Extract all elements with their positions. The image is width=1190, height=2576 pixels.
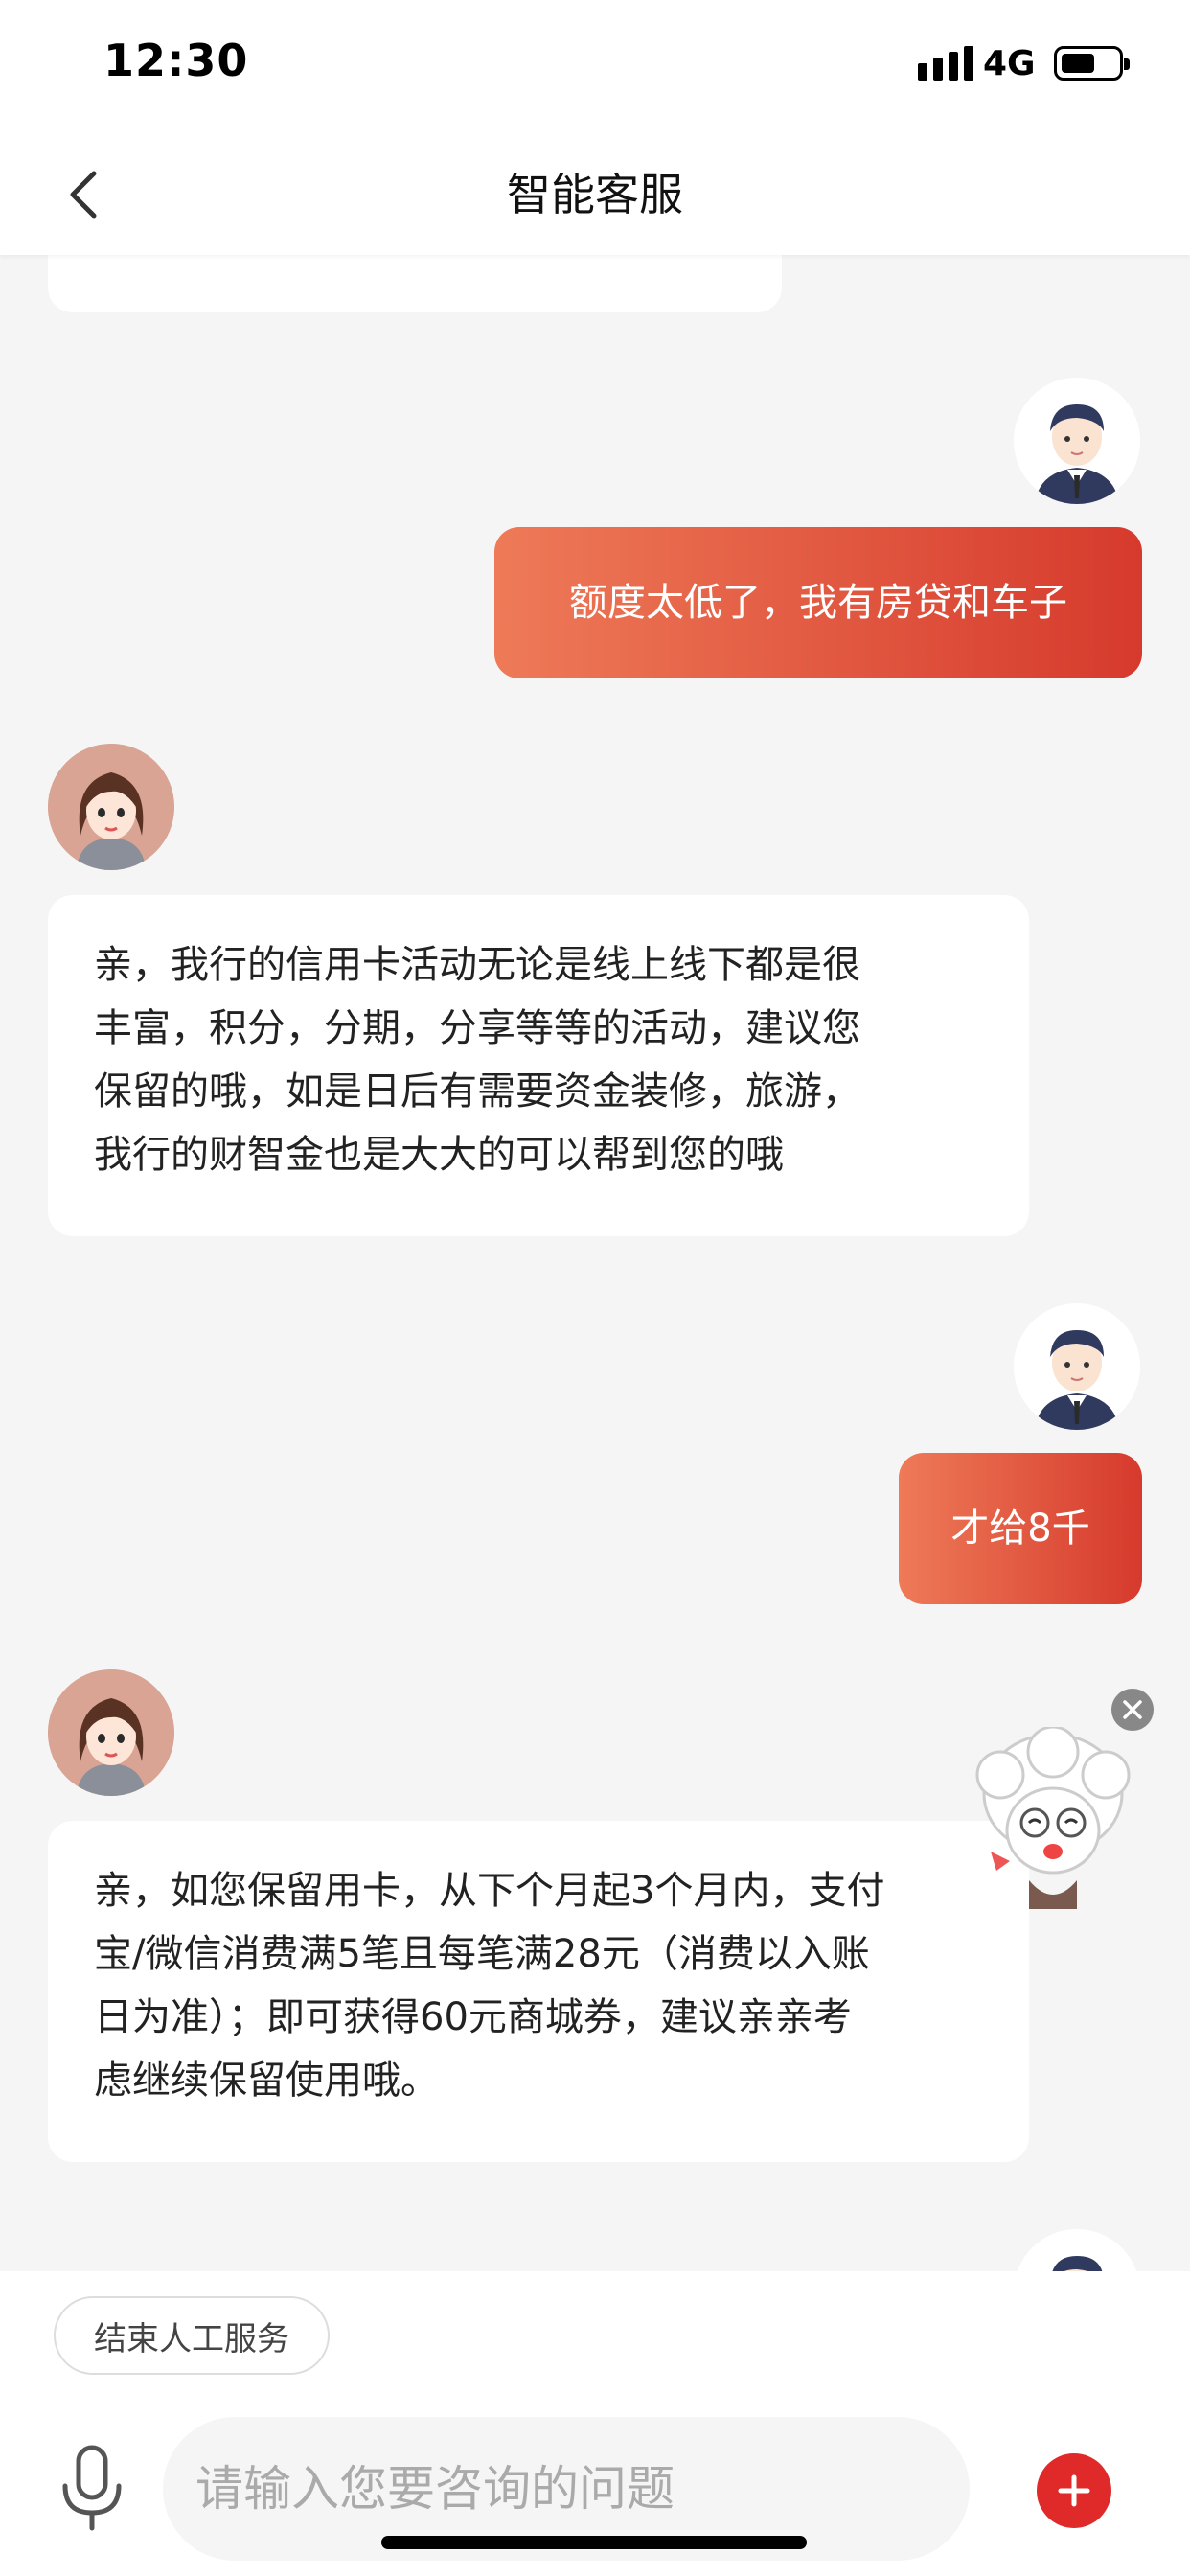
message-line: 我行的财智金也是大大的可以帮到您的哦 — [94, 1133, 784, 1177]
plus-icon — [1058, 2474, 1090, 2507]
agent-avatar — [48, 1669, 174, 1796]
user-message-bubble: 才给8千 — [899, 1453, 1142, 1604]
message-line: 虑继续保留使用哦。 — [94, 2058, 439, 2103]
mascot-close-button[interactable] — [1111, 1689, 1154, 1731]
message-line: 宝/微信消费满5笔且每笔满28元（消费以入账 — [94, 1932, 870, 1976]
message-line: 亲，如您保留用卡，从下个月起3个月内，支付 — [94, 1869, 885, 1913]
user-avatar-icon — [1017, 2229, 1137, 2271]
chevron-left-icon — [70, 171, 97, 218]
user-avatar — [1014, 378, 1140, 504]
user-avatar — [1014, 1303, 1140, 1430]
close-icon — [1123, 1700, 1142, 1719]
end-human-service-button[interactable]: 结束人工服务 — [54, 2296, 330, 2375]
network-type: 4G — [983, 44, 1036, 83]
battery-icon — [1054, 46, 1130, 80]
mascot-assistant[interactable] — [972, 1725, 1134, 1919]
bottom-bar: 结束人工服务 — [0, 2271, 1190, 2576]
agent-avatar — [48, 744, 174, 870]
user-message-bubble: 额度太低了，我有房贷和车子 — [494, 527, 1142, 678]
user-avatar — [1014, 2229, 1140, 2271]
status-time: 12:30 — [103, 34, 249, 86]
mascot-icon — [975, 1725, 1131, 1909]
agent-message-bubble: 亲，如您保留用卡，从下个月起3个月内，支付 宝/微信消费满5笔且每笔满28元（消… — [48, 1821, 1029, 2162]
previous-bot-message — [48, 255, 782, 312]
page-title: 智能客服 — [507, 169, 683, 220]
message-line: 丰富，积分，分期，分享等等的活动，建议您 — [94, 1006, 860, 1050]
voice-input-button[interactable] — [57, 2444, 126, 2532]
status-bar: 12:30 4G — [0, 0, 1190, 134]
more-options-button[interactable] — [1037, 2453, 1111, 2528]
agent-avatar-icon — [48, 1669, 174, 1796]
signal-icon — [918, 46, 973, 80]
home-indicator — [381, 2536, 807, 2549]
agent-avatar-icon — [48, 744, 174, 870]
microphone-icon — [62, 2445, 122, 2531]
message-line: 亲，我行的信用卡活动无论是线上线下都是很 — [94, 943, 860, 987]
chat-area[interactable]: 额度太低了，我有房贷和车子 亲，我行的信用卡活动无论是线上线下都是很 丰富，积分… — [0, 255, 1190, 2271]
message-line: 日为准）；即可获得60元商城券，建议亲亲考 — [94, 1995, 852, 2039]
user-avatar-icon — [1014, 378, 1140, 504]
nav-header: 智能客服 — [0, 134, 1190, 255]
back-button[interactable] — [50, 161, 117, 228]
message-line: 保留的哦，如是日后有需要资金装修，旅游， — [94, 1070, 860, 1114]
agent-message-bubble: 亲，我行的信用卡活动无论是线上线下都是很 丰富，积分，分期，分享等等的活动，建议… — [48, 895, 1029, 1236]
user-avatar-icon — [1014, 1303, 1140, 1430]
